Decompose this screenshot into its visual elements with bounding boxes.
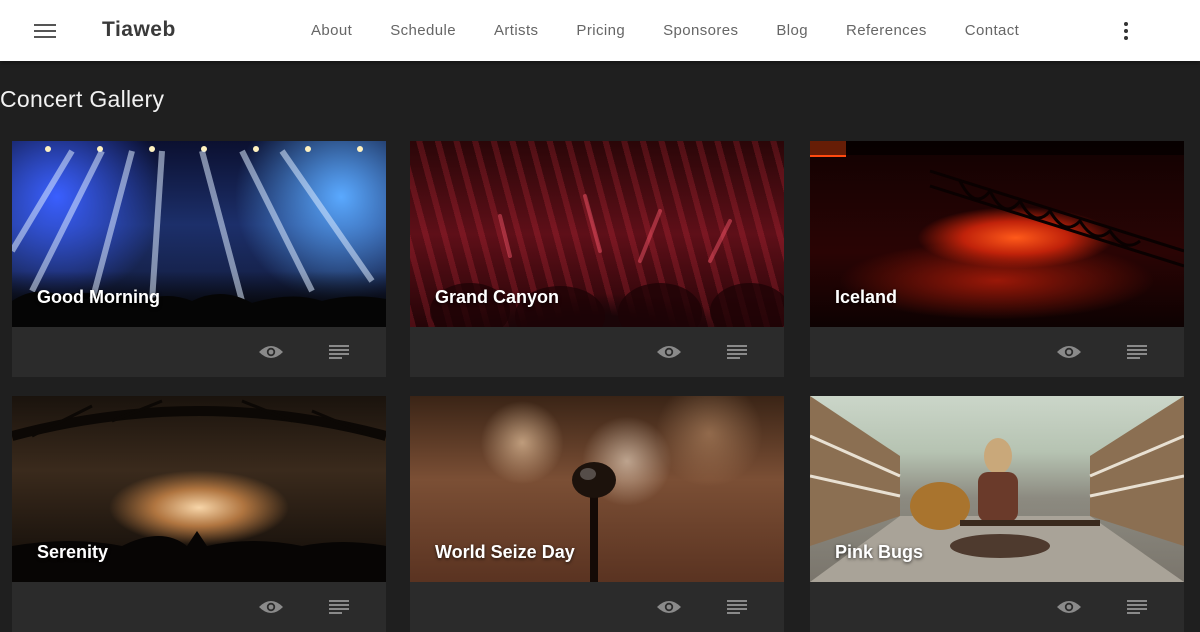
hamburger-menu-icon[interactable] <box>22 18 68 44</box>
card-title: Grand Canyon <box>435 287 560 307</box>
card-actions <box>810 582 1184 632</box>
card-image[interactable]: Good Morning <box>12 141 386 327</box>
card-image[interactable]: World Seize Day <box>410 396 784 582</box>
card-title: Iceland <box>835 287 898 307</box>
subject-lines-icon[interactable] <box>1123 339 1151 365</box>
card-image[interactable]: Grand Canyon <box>410 141 784 327</box>
card-actions <box>410 327 784 377</box>
card-image[interactable]: Serenity <box>12 396 386 582</box>
nav-link-artists[interactable]: Artists <box>475 0 557 61</box>
card-title: Pink Bugs <box>835 542 924 562</box>
main-nav: About Schedule Artists Pricing Sponsores… <box>292 0 1038 61</box>
gallery-card[interactable]: Iceland <box>810 141 1184 377</box>
card-actions <box>410 582 784 632</box>
subject-lines-icon[interactable] <box>723 594 751 620</box>
subject-lines-icon[interactable] <box>325 594 353 620</box>
nav-link-contact[interactable]: Contact <box>946 0 1039 61</box>
gallery-card[interactable]: Serenity <box>12 396 386 632</box>
nav-link-blog[interactable]: Blog <box>757 0 827 61</box>
subject-lines-icon[interactable] <box>1123 594 1151 620</box>
gallery-card[interactable]: Grand Canyon <box>410 141 784 377</box>
gallery-card[interactable]: World Seize Day <box>410 396 784 632</box>
eye-icon[interactable] <box>257 594 285 620</box>
nav-link-about[interactable]: About <box>292 0 371 61</box>
card-title: Serenity <box>37 542 109 562</box>
eye-icon[interactable] <box>655 594 683 620</box>
top-app-bar: Tiaweb About Schedule Artists Pricing Sp… <box>0 0 1200 61</box>
card-actions <box>12 327 386 377</box>
card-image[interactable]: Pink Bugs <box>810 396 1184 582</box>
eye-icon[interactable] <box>257 339 285 365</box>
page-title: Concert Gallery <box>0 86 165 112</box>
subject-lines-icon[interactable] <box>325 339 353 365</box>
nav-link-references[interactable]: References <box>827 0 946 61</box>
eye-icon[interactable] <box>1055 594 1083 620</box>
card-title: Good Morning <box>37 287 160 307</box>
gallery-card[interactable]: Good Morning <box>12 141 386 377</box>
eye-icon[interactable] <box>1055 339 1083 365</box>
card-image[interactable]: Iceland <box>810 141 1184 327</box>
card-title: World Seize Day <box>435 542 575 562</box>
gallery-card[interactable]: Pink Bugs <box>810 396 1184 632</box>
brand-title[interactable]: Tiaweb <box>102 18 176 42</box>
card-actions <box>12 582 386 632</box>
nav-link-schedule[interactable]: Schedule <box>371 0 475 61</box>
subject-lines-icon[interactable] <box>723 339 751 365</box>
eye-icon[interactable] <box>655 339 683 365</box>
more-vertical-icon[interactable] <box>1112 18 1140 44</box>
nav-link-pricing[interactable]: Pricing <box>557 0 644 61</box>
card-actions <box>810 327 1184 377</box>
nav-link-sponsores[interactable]: Sponsores <box>644 0 757 61</box>
